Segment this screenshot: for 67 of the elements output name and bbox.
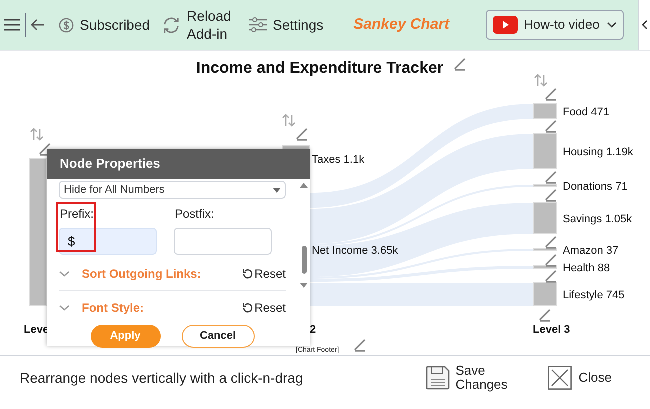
pencil-icon[interactable] [354,339,366,352]
chevron-down-icon [59,305,70,311]
sankey-node[interactable] [30,158,48,306]
cancel-button[interactable]: Cancel [182,325,254,348]
pencil-icon[interactable] [545,236,557,249]
node-label: Housing 1.19k [563,146,634,158]
chevron-down-icon [607,22,617,28]
reload-icon [162,16,182,34]
play-icon [493,16,518,34]
sort-icon[interactable] [534,74,548,87]
sankey-node[interactable] [534,248,558,252]
scroll-down-icon[interactable] [300,283,308,288]
video-dropdown[interactable]: How-to video [486,10,624,40]
undo-icon [242,303,253,313]
sankey-node[interactable] [534,184,558,188]
back-icon[interactable] [31,19,45,31]
pencil-icon[interactable] [454,58,466,71]
sankey-node[interactable] [534,202,558,234]
sankey-node[interactable] [534,282,558,306]
pencil-icon[interactable] [545,270,557,283]
reset-button[interactable]: Reset [242,264,286,282]
field-label: Prefix: [60,206,96,223]
pencil-icon[interactable] [296,128,308,141]
node-label: Donations 71 [563,181,628,193]
collapse-icon[interactable] [642,20,648,30]
sankey-node[interactable] [534,104,558,120]
node-label: Taxes 1.1k [312,154,365,166]
chart-title[interactable]: Income and Expenditure Tracker [196,60,444,77]
settings-button[interactable]: Settings [249,14,324,36]
reload-button[interactable]: Reload Add-in [162,7,234,43]
hint-text: Rearrange nodes vertically with a click-n-drag [20,368,304,388]
app-title: Sankey Chart [354,14,450,35]
number-format-dropdown[interactable]: Hide for All Numbers [59,181,286,199]
node-label: Amazon 37 [563,245,619,257]
prefix-field[interactable]: $ [59,228,157,255]
settings-icon [249,17,268,33]
close-icon [548,366,572,390]
node-label: Lifestyle 745 [563,290,625,302]
dollar-icon [59,18,74,32]
pencil-icon[interactable] [545,120,557,133]
save-changes-button[interactable]: Save Changes [426,364,508,392]
reset-button[interactable]: Reset [242,299,286,317]
postfix-field[interactable] [174,228,272,255]
pencil-icon[interactable] [545,254,557,267]
sankey-node[interactable] [534,134,558,170]
scroll-up-icon[interactable] [300,183,308,188]
menu-icon[interactable] [4,18,20,32]
scrollbar-thumb[interactable] [302,246,306,274]
pencil-icon[interactable] [545,88,557,101]
pencil-icon[interactable] [545,171,557,184]
node-label: Net Income 3.65k [312,245,398,257]
field-label: Postfix: [175,206,216,223]
sankey-node[interactable] [534,266,558,270]
sort-icon[interactable] [282,114,296,127]
pencil-icon[interactable] [545,189,557,202]
level-label[interactable]: 2 [310,324,316,336]
dialog-title: Node Properties [47,149,310,179]
undo-icon [242,268,253,278]
chevron-down-icon [59,270,70,276]
subscription-button[interactable]: Subscribed [59,14,150,36]
node-label: Health 88 [563,262,610,274]
close-button[interactable]: Close [548,366,612,390]
pencil-icon[interactable] [539,309,551,322]
level-label[interactable]: Level 3 [533,324,570,336]
node-label: Savings 1.05k [563,214,632,226]
chevron-down-icon [273,188,281,192]
node-label: Food 471 [563,106,610,118]
